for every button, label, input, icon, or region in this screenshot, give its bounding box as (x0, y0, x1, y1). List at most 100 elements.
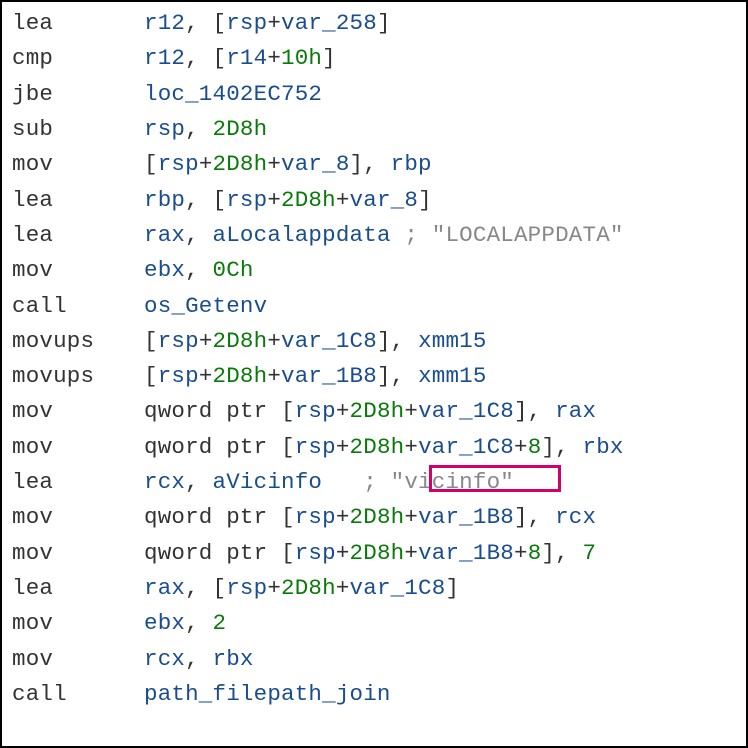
asm-line-4: mov[rsp+2D8h+var_8], rbp (12, 147, 736, 182)
asm-line-2: jbeloc_1402EC752 (12, 77, 736, 112)
asm-line-12: movqword ptr [rsp+2D8h+var_1C8+8], rbx (12, 430, 736, 465)
token-plain: + (267, 45, 281, 71)
mnemonic: call (12, 289, 144, 324)
token-reg: rbp (144, 187, 185, 213)
token-plain: + (267, 187, 281, 213)
token-sym: var_1C8 (281, 328, 377, 354)
mnemonic: mov (12, 606, 144, 641)
token-plain: ], (541, 434, 582, 460)
token-sym: var_1C8 (418, 398, 514, 424)
token-num: 2D8h (281, 187, 336, 213)
token-reg: rsp (295, 540, 336, 566)
token-sym: var_1B8 (418, 504, 514, 530)
asm-line-18: movrcx, rbx (12, 642, 736, 677)
token-plain: ] (322, 45, 336, 71)
token-sym: var_1C8 (418, 434, 514, 460)
token-plain: ] (377, 10, 391, 36)
token-plain: + (267, 575, 281, 601)
token-reg: rsp (158, 328, 199, 354)
token-plain: qword ptr (144, 540, 267, 566)
token-reg: ebx (144, 610, 185, 636)
token-plain: + (336, 575, 350, 601)
token-plain: [ (267, 540, 294, 566)
asm-line-17: movebx, 2 (12, 606, 736, 641)
token-plain: [ (267, 504, 294, 530)
token-plain: + (199, 151, 213, 177)
token-num: 8 (528, 434, 542, 460)
token-reg: rcx (555, 504, 596, 530)
token-plain: , [ (185, 10, 226, 36)
token-plain: + (199, 328, 213, 354)
mnemonic: lea (12, 6, 144, 41)
token-plain: , (185, 610, 212, 636)
token-plain: , (185, 646, 212, 672)
asm-line-7: movebx, 0Ch (12, 253, 736, 288)
token-comment: ; (322, 469, 391, 495)
mnemonic: call (12, 677, 144, 712)
token-reg: rax (144, 575, 185, 601)
mnemonic: lea (12, 183, 144, 218)
mnemonic: mov (12, 500, 144, 535)
token-plain: qword ptr (144, 398, 267, 424)
token-num: 2D8h (281, 575, 336, 601)
token-plain: , [ (185, 575, 226, 601)
token-reg: r12 (144, 45, 185, 71)
token-reg: rsp (144, 116, 185, 142)
token-plain: qword ptr (144, 504, 267, 530)
mnemonic: mov (12, 394, 144, 429)
token-string: "LOCALAPPDATA" (432, 222, 624, 248)
token-plain: + (404, 504, 418, 530)
token-plain: ], (377, 363, 418, 389)
token-reg: rax (144, 222, 185, 248)
token-func: loc_1402EC752 (144, 81, 322, 107)
token-reg: rsp (226, 187, 267, 213)
token-plain: + (199, 363, 213, 389)
token-plain: ], (377, 328, 418, 354)
asm-line-15: movqword ptr [rsp+2D8h+var_1B8+8], 7 (12, 536, 736, 571)
mnemonic: lea (12, 465, 144, 500)
mnemonic: mov (12, 147, 144, 182)
asm-line-11: movqword ptr [rsp+2D8h+var_1C8], rax (12, 394, 736, 429)
asm-line-10: movups[rsp+2D8h+var_1B8], xmm15 (12, 359, 736, 394)
mnemonic: movups (12, 324, 144, 359)
asm-line-3: subrsp, 2D8h (12, 112, 736, 147)
token-sym: var_1B8 (281, 363, 377, 389)
token-plain: + (514, 434, 528, 460)
asm-line-8: callos_Getenv (12, 289, 736, 324)
mnemonic: movups (12, 359, 144, 394)
token-num: 0Ch (213, 257, 254, 283)
token-plain: [ (144, 363, 158, 389)
token-num: 10h (281, 45, 322, 71)
asm-line-1: cmpr12, [r14+10h] (12, 41, 736, 76)
mnemonic: sub (12, 112, 144, 147)
token-plain: [ (144, 151, 158, 177)
token-func: os_Getenv (144, 293, 267, 319)
token-plain: , (185, 116, 212, 142)
disassembly-listing: lear12, [rsp+var_258]cmpr12, [r14+10h]jb… (0, 0, 748, 748)
token-plain: , [ (185, 45, 226, 71)
token-plain: , (185, 469, 212, 495)
token-plain: + (404, 398, 418, 424)
token-reg: rbp (391, 151, 432, 177)
token-plain: [ (267, 398, 294, 424)
token-num: 2 (213, 610, 227, 636)
token-num: 2D8h (213, 363, 268, 389)
token-plain: , (185, 222, 212, 248)
token-reg: rsp (158, 151, 199, 177)
asm-line-6: learax, aLocalappdata ; "LOCALAPPDATA" (12, 218, 736, 253)
asm-line-16: learax, [rsp+2D8h+var_1C8] (12, 571, 736, 606)
token-plain: + (336, 540, 350, 566)
token-plain: + (267, 10, 281, 36)
token-reg: rsp (226, 10, 267, 36)
token-plain: qword ptr (144, 434, 267, 460)
token-num: 8 (528, 540, 542, 566)
token-sym: var_8 (350, 187, 419, 213)
token-reg: r14 (226, 45, 267, 71)
token-num: 2D8h (350, 540, 405, 566)
mnemonic: lea (12, 218, 144, 253)
token-plain: , (185, 257, 212, 283)
token-reg: r12 (144, 10, 185, 36)
asm-line-19: callpath_filepath_join (12, 677, 736, 712)
token-plain: ] (418, 187, 432, 213)
token-plain: + (336, 187, 350, 213)
